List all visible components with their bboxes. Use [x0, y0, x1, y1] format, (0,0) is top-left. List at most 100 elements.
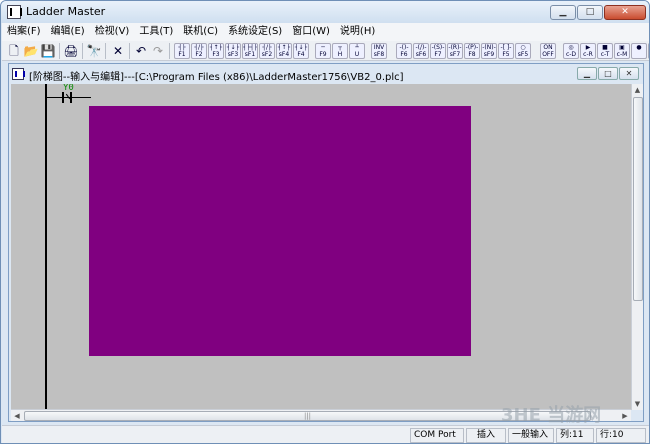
ladder-tool-button[interactable]: ┬ H — [332, 43, 348, 59]
vertical-scroll-thumb[interactable] — [633, 97, 643, 301]
coil-tool-button[interactable]: -(R)- sF7 — [447, 43, 463, 59]
plc-tool-button-symbol: ON — [543, 44, 553, 51]
scroll-down-icon[interactable]: ▼ — [632, 398, 643, 410]
ladder-tool-button-symbol: ┤/├ — [194, 44, 204, 51]
coil-tool-button-symbol: -()- — [399, 44, 409, 51]
ladder-tool-button[interactable]: ┤├ F1 — [174, 43, 190, 59]
coil-tool-button-key: F7 — [434, 51, 442, 58]
coil-tool-button-key: sF7 — [449, 51, 461, 58]
plc-tool-button-key: c-R — [583, 51, 593, 58]
ladder-tool-button[interactable]: ─ F9 — [315, 43, 331, 59]
menu-bar: 档案(F) 编辑(E) 检视(V) 工具(T) 联机(C) 系统设定(S) 窗口… — [2, 23, 649, 41]
ladder-editor-window: [阶梯图--输入与编辑]---[C:\Program Files (x86)\L… — [8, 63, 644, 422]
plc-tool-button-key: c-T — [600, 51, 610, 58]
plc-tool-button-symbol: ▣ — [619, 44, 625, 51]
child-minimize-button[interactable]: ▁ — [577, 67, 597, 80]
plc-tool-button-key: c-M — [616, 51, 628, 58]
ladder-tool-button-symbol: ┤/├ — [262, 44, 272, 51]
open-folder-icon[interactable]: 📂 — [23, 43, 39, 59]
coil-tool-button-key: sF6 — [415, 51, 427, 58]
scroll-right-icon[interactable]: ▶ — [619, 410, 631, 422]
title-bar[interactable]: Ladder Master ▁ □ ✕ — [1, 1, 649, 23]
ladder-tool-button-key: H — [337, 51, 343, 58]
new-file-icon[interactable]: 🗋 — [6, 43, 22, 59]
toolbar-separator — [169, 43, 170, 59]
coil-tool-button[interactable]: -[ ]- F5 — [498, 43, 514, 59]
normally-closed-contact-icon[interactable] — [62, 92, 72, 103]
coil-tool-button-symbol: -(R)- — [448, 44, 462, 51]
save-icon[interactable]: 💾 — [40, 43, 56, 59]
ladder-tool-button[interactable]: ┴ U — [349, 43, 365, 59]
child-window-controls: ▁ □ ✕ — [576, 67, 639, 80]
scroll-left-icon[interactable]: ◀ — [11, 410, 23, 422]
scroll-up-icon[interactable]: ▲ — [632, 84, 643, 96]
minimize-button[interactable]: ▁ — [550, 5, 576, 20]
ladder-tool-button[interactable]: INV sF8 — [371, 43, 387, 59]
delete-icon[interactable]: ✕ — [110, 43, 126, 59]
ladder-tool-button[interactable]: ┤├┤├ sF1 — [242, 43, 258, 59]
plc-tool-button[interactable]: ■ c-T — [597, 43, 613, 59]
plc-tool-button-key: c-D — [565, 51, 577, 58]
ladder-tool-button-symbol: ┬ — [338, 44, 342, 51]
coil-tool-button-symbol: -(N)- — [482, 44, 496, 51]
undo-icon[interactable]: ↶ — [133, 43, 149, 59]
menu-window[interactable]: 窗口(W) — [287, 23, 335, 41]
ladder-tool-button[interactable]: ┤/├ F2 — [191, 43, 207, 59]
coil-tool-button-symbol: -(S)- — [431, 44, 445, 51]
menu-help[interactable]: 说明(H) — [335, 23, 380, 41]
toolbar-separator — [82, 43, 83, 59]
child-maximize-button[interactable]: □ — [598, 67, 618, 80]
menu-file[interactable]: 档案(F) — [2, 23, 46, 41]
ladder-tool-button[interactable]: ┤↑├ sF4 — [276, 43, 292, 59]
ladder-tool-button-symbol: ┤↓├ — [226, 44, 240, 51]
coil-tool-button[interactable]: ○ sF5 — [515, 43, 531, 59]
ladder-tool-button-symbol: ┤↑├ — [209, 44, 223, 51]
menu-view[interactable]: 检视(V) — [90, 23, 135, 41]
plc-tool-button-symbol: ▶ — [585, 44, 591, 51]
plc-tool-button-key: OFF — [542, 51, 554, 58]
coil-tool-button[interactable]: -(S)- F7 — [430, 43, 446, 59]
find-icon[interactable]: 🔭 — [86, 43, 102, 59]
ladder-tool-button-symbol: ─ — [321, 44, 325, 51]
coil-tool-button-symbol: -(P)- — [465, 44, 479, 51]
toolbar-separator — [105, 43, 106, 59]
coil-tool-button[interactable]: -()- F6 — [396, 43, 412, 59]
ladder-tool-button[interactable]: ┤/├ sF2 — [259, 43, 275, 59]
plc-tool-button[interactable]: ▣ c-M — [614, 43, 630, 59]
purple-block — [89, 106, 471, 356]
plc-tool-button-symbol: ● — [636, 44, 642, 51]
ladder-tool-button-key: F4 — [297, 51, 305, 58]
window-controls: ▁ □ ✕ — [549, 5, 646, 20]
ladder-tool-button[interactable]: ┤↓├ F4 — [293, 43, 309, 59]
coil-tool-button[interactable]: -(N)- sF9 — [481, 43, 497, 59]
ladder-tool-button-key: F1 — [178, 51, 186, 58]
menu-edit[interactable]: 编辑(E) — [46, 23, 90, 41]
ladder-tool-button-symbol: ┤├┤├ — [243, 44, 258, 51]
ladder-tool-button[interactable]: ┤↓├ sF3 — [225, 43, 241, 59]
vertical-scrollbar[interactable]: ▲ ▼ — [631, 84, 643, 410]
coil-tool-button[interactable]: -(P)- F8 — [464, 43, 480, 59]
ladder-tool-button-key: sF3 — [227, 51, 239, 58]
coil-tool-button-key: F6 — [400, 51, 408, 58]
plc-tool-button[interactable]: ON OFF — [540, 43, 556, 59]
coil-tool-button[interactable]: -(/)- sF6 — [413, 43, 429, 59]
ladder-tool-button[interactable]: ┤↑├ F3 — [208, 43, 224, 59]
child-title-bar[interactable]: [阶梯图--输入与编辑]---[C:\Program Files (x86)\L… — [9, 64, 643, 84]
ladder-tool-button-key: sF4 — [278, 51, 290, 58]
redo-icon[interactable]: ↷ — [150, 43, 166, 59]
print-icon[interactable]: 🖨 — [63, 43, 79, 59]
menu-connect[interactable]: 联机(C) — [178, 23, 223, 41]
plc-tool-button[interactable]: ● — [631, 43, 647, 59]
plc-tool-button[interactable]: ▶ c-R — [580, 43, 596, 59]
close-button[interactable]: ✕ — [604, 5, 646, 20]
ladder-canvas[interactable]: Y0 — [11, 84, 631, 410]
maximize-button[interactable]: □ — [577, 5, 603, 20]
child-close-button[interactable]: ✕ — [619, 67, 639, 80]
menu-settings[interactable]: 系统设定(S) — [223, 23, 287, 41]
plc-tool-button-symbol: ◎ — [568, 44, 574, 51]
status-row: 行:10 — [596, 428, 646, 443]
menu-tools[interactable]: 工具(T) — [134, 23, 178, 41]
document-icon — [12, 68, 25, 80]
plc-tool-button[interactable]: ◎ c-D — [563, 43, 579, 59]
ladder-tool-button-symbol: ┴ — [355, 44, 359, 51]
